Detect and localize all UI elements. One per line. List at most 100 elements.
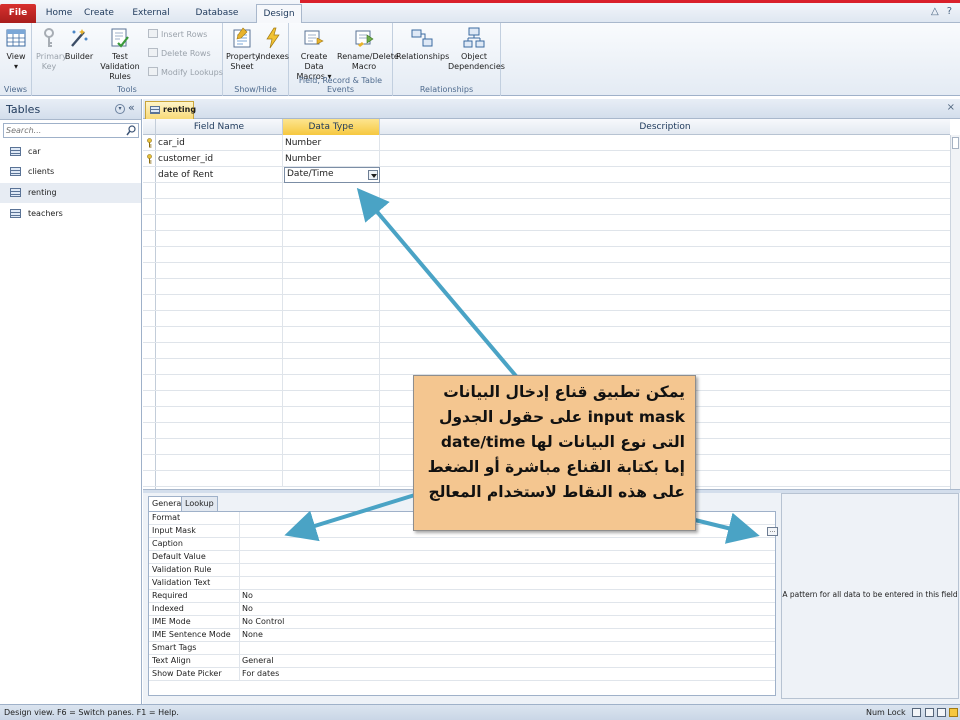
data-type-cell[interactable] — [283, 423, 380, 439]
field-name-cell[interactable] — [156, 343, 283, 359]
datasheet-view-icon[interactable] — [912, 708, 921, 717]
property-row[interactable]: IME Sentence Mode None — [149, 629, 775, 642]
field-name-cell[interactable] — [156, 407, 283, 423]
empty-field-row[interactable] — [143, 343, 950, 359]
empty-field-row[interactable] — [143, 327, 950, 343]
data-type-cell[interactable] — [283, 183, 380, 199]
property-value[interactable]: No Control — [242, 616, 284, 628]
pivot-chart-view-icon[interactable] — [937, 708, 946, 717]
property-row[interactable]: Required No — [149, 590, 775, 603]
insert-rows-button[interactable]: Insert Rows — [148, 29, 207, 39]
data-type-cell[interactable] — [283, 247, 380, 263]
property-value[interactable]: No — [242, 603, 253, 615]
field-row[interactable]: car_id Number — [143, 135, 950, 151]
property-value[interactable]: For dates — [242, 668, 279, 680]
data-type-cell[interactable] — [283, 263, 380, 279]
property-row[interactable]: Text Align General — [149, 655, 775, 668]
empty-field-row[interactable] — [143, 295, 950, 311]
property-row[interactable]: IME Mode No Control — [149, 616, 775, 629]
nav-search-input[interactable] — [4, 124, 122, 137]
empty-field-row[interactable] — [143, 231, 950, 247]
field-name-cell[interactable] — [156, 391, 283, 407]
data-type-cell[interactable] — [283, 295, 380, 311]
minimize-ribbon-icon[interactable]: △ — [931, 6, 939, 17]
nav-item-renting[interactable]: renting — [0, 183, 141, 203]
empty-field-row[interactable] — [143, 199, 950, 215]
design-view-icon[interactable] — [949, 708, 958, 717]
field-name-cell[interactable] — [156, 375, 283, 391]
property-value[interactable]: No — [242, 590, 253, 602]
data-type-select[interactable]: Date/Time — [284, 167, 380, 183]
field-name-cell[interactable] — [156, 439, 283, 455]
field-name-cell[interactable] — [156, 295, 283, 311]
data-type-cell[interactable] — [283, 391, 380, 407]
data-type-cell[interactable] — [283, 375, 380, 391]
data-type-cell[interactable] — [283, 231, 380, 247]
input-mask-builder-button[interactable]: ... — [767, 527, 778, 536]
collapse-pane-icon[interactable]: « — [128, 101, 135, 114]
scroll-thumb[interactable] — [952, 137, 959, 149]
empty-field-row[interactable] — [143, 183, 950, 199]
data-type-cell[interactable] — [283, 343, 380, 359]
field-name-cell[interactable] — [156, 359, 283, 375]
tab-external-data[interactable]: External Data — [122, 4, 180, 36]
create-data-macros-button[interactable]: Create Data Macros ▾ — [291, 26, 337, 82]
data-type-cell[interactable] — [283, 471, 380, 487]
object-dependencies-button[interactable]: Object Dependencies — [448, 26, 505, 72]
field-row[interactable]: date of Rent Date/Time — [143, 167, 950, 183]
test-validation-rules-button[interactable]: Test Validation Rules — [94, 26, 146, 82]
property-row[interactable]: Smart Tags — [149, 642, 775, 655]
data-type-cell[interactable] — [283, 455, 380, 471]
nav-item-clients[interactable]: clients — [0, 162, 141, 182]
data-type-cell[interactable] — [283, 311, 380, 327]
property-row[interactable]: Validation Text — [149, 577, 775, 590]
empty-field-row[interactable] — [143, 279, 950, 295]
field-name-cell[interactable] — [156, 311, 283, 327]
data-type-cell[interactable] — [283, 327, 380, 343]
property-value[interactable]: None — [242, 629, 263, 641]
chevron-down-icon[interactable] — [368, 170, 378, 180]
nav-item-car[interactable]: car — [0, 142, 141, 162]
field-name-cell[interactable] — [156, 279, 283, 295]
document-tab-renting[interactable]: renting — [145, 101, 196, 119]
field-name-cell[interactable] — [156, 423, 283, 439]
tab-design[interactable]: Design — [256, 4, 302, 24]
grid-vertical-scrollbar[interactable] — [950, 135, 960, 489]
nav-item-teachers[interactable]: teachers — [0, 204, 141, 224]
nav-menu-dropdown-icon[interactable]: ▾ — [115, 104, 125, 114]
field-row[interactable]: customer_id Number — [143, 151, 950, 167]
field-name-cell[interactable] — [156, 471, 283, 487]
field-name-cell[interactable] — [156, 263, 283, 279]
description-cell[interactable] — [380, 135, 940, 151]
tab-file[interactable]: File — [0, 4, 36, 23]
empty-field-row[interactable] — [143, 263, 950, 279]
modify-lookups-button[interactable]: Modify Lookups — [148, 67, 223, 77]
data-type-cell[interactable] — [283, 439, 380, 455]
field-name-cell[interactable] — [156, 455, 283, 471]
rename-delete-macro-button[interactable]: Rename/Delete Macro — [337, 26, 399, 72]
tab-home[interactable]: Home — [42, 4, 76, 23]
data-type-cell[interactable] — [283, 407, 380, 423]
close-document-icon[interactable]: × — [947, 102, 955, 113]
property-row[interactable]: Validation Rule — [149, 564, 775, 577]
field-name-cell[interactable] — [156, 199, 283, 215]
pivot-table-view-icon[interactable] — [925, 708, 934, 717]
data-type-cell[interactable] — [283, 279, 380, 295]
data-type-cell[interactable]: Number — [283, 151, 380, 167]
relationships-button[interactable]: Relationships — [396, 26, 449, 62]
tab-lookup[interactable]: Lookup — [181, 496, 218, 511]
field-name-cell[interactable] — [156, 183, 283, 199]
view-button[interactable]: View ▾ — [3, 26, 29, 72]
tab-database-tools[interactable]: Database Tools — [184, 4, 250, 36]
data-type-cell[interactable]: Number — [283, 135, 380, 151]
indexes-button[interactable]: Indexes — [258, 26, 289, 62]
description-cell[interactable] — [380, 167, 940, 183]
field-name-cell[interactable] — [156, 215, 283, 231]
property-row[interactable]: Caption — [149, 538, 775, 551]
field-name-cell[interactable] — [156, 327, 283, 343]
field-name-cell[interactable]: date of Rent — [156, 167, 283, 183]
empty-field-row[interactable] — [143, 359, 950, 375]
empty-field-row[interactable] — [143, 247, 950, 263]
data-type-cell[interactable] — [283, 199, 380, 215]
field-name-cell[interactable]: car_id — [156, 135, 283, 151]
